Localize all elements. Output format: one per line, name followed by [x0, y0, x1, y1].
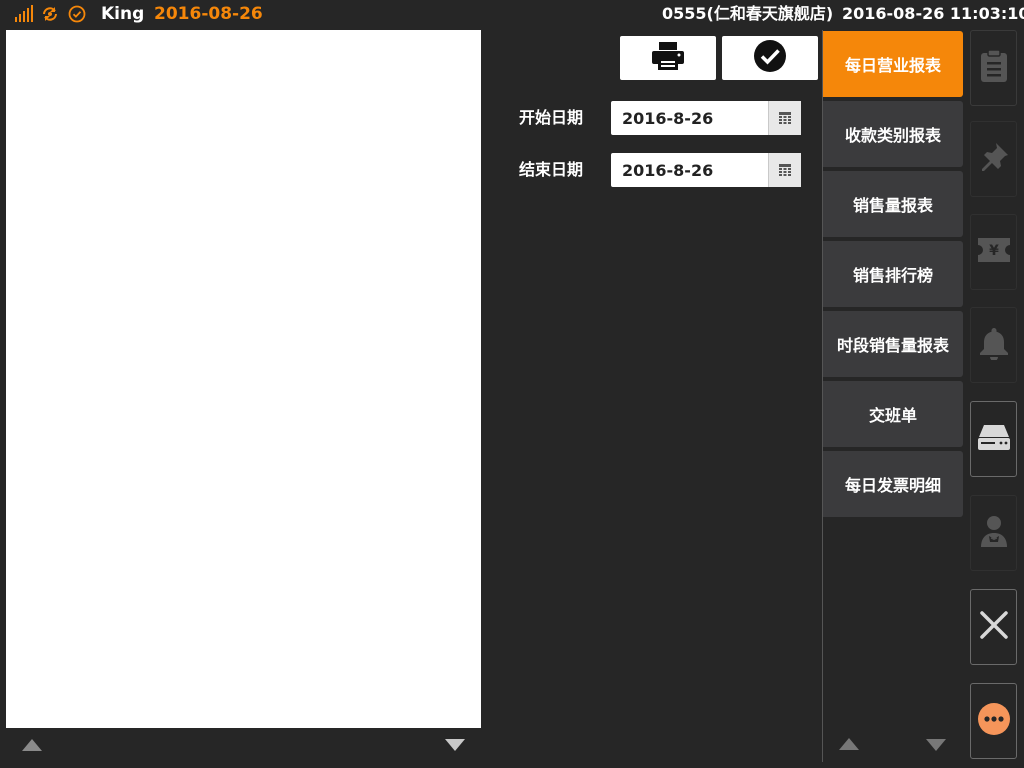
- waiter-icon: [979, 514, 1009, 552]
- more-icon: [977, 702, 1011, 740]
- end-date-input[interactable]: [611, 153, 767, 187]
- confirm-button[interactable]: [722, 36, 818, 80]
- report-preview[interactable]: [6, 30, 481, 728]
- sidebar-orders-button[interactable]: [970, 30, 1017, 106]
- check-circle-icon: [753, 39, 787, 77]
- sidebar-payment-button[interactable]: ¥: [970, 214, 1017, 290]
- preview-scroll-down-icon[interactable]: [445, 739, 465, 751]
- menu-item-label: 收款类别报表: [844, 126, 941, 145]
- end-date-calendar-button[interactable]: [768, 153, 801, 187]
- start-date-field: [611, 101, 801, 135]
- pin-icon: [978, 141, 1010, 177]
- menu-item-sales-volume-report[interactable]: 销售量报表: [823, 171, 963, 237]
- user-name: King: [101, 4, 145, 24]
- sidebar-staff-button[interactable]: [970, 495, 1017, 571]
- menu-scroll-up-icon[interactable]: [839, 738, 859, 750]
- end-date-label: 结束日期: [519, 160, 584, 179]
- sync-icon: [40, 4, 60, 24]
- menu-item-sales-ranking[interactable]: 销售排行榜: [823, 241, 963, 307]
- close-icon: [979, 610, 1009, 644]
- sidebar-printer-button[interactable]: [970, 401, 1017, 477]
- printer-icon: [651, 41, 685, 75]
- menu-item-label: 每日发票明细: [844, 476, 941, 495]
- menu-item-daily-invoice-details[interactable]: 每日发票明细: [823, 451, 963, 517]
- menu-item-hourly-sales-report[interactable]: 时段销售量报表: [823, 311, 963, 377]
- business-date: 2016-08-26: [154, 4, 263, 24]
- calendar-icon: [779, 161, 791, 180]
- menu-item-label: 销售排行榜: [852, 266, 933, 285]
- sidebar-more-button[interactable]: [970, 683, 1017, 759]
- ticket-yen-icon: ¥: [977, 237, 1011, 267]
- sidebar-pin-button[interactable]: [970, 121, 1017, 197]
- menu-item-shift-handover[interactable]: 交班单: [823, 381, 963, 447]
- check-circle-icon: [67, 4, 87, 24]
- menu-item-label: 时段销售量报表: [836, 336, 949, 355]
- preview-scroll-up-icon[interactable]: [22, 739, 42, 751]
- menu-scroll-down-icon[interactable]: [926, 739, 946, 751]
- menu-item-label: 每日营业报表: [844, 56, 941, 75]
- store-name: 0555(仁和春天旗舰店): [662, 4, 834, 23]
- start-date-calendar-button[interactable]: [768, 101, 801, 135]
- sidebar-notifications-button[interactable]: [970, 307, 1017, 383]
- svg-text:¥: ¥: [989, 243, 999, 259]
- signal-icon: [14, 4, 34, 24]
- sidebar-close-button[interactable]: [970, 589, 1017, 665]
- status-bar: King 2016-08-26 0555(仁和春天旗舰店) 2016-08-26…: [0, 0, 1024, 28]
- menu-item-label: 销售量报表: [852, 196, 933, 215]
- menu-item-payment-category-report[interactable]: 收款类别报表: [823, 101, 963, 167]
- calendar-icon: [779, 109, 791, 128]
- start-date-label: 开始日期: [519, 108, 584, 127]
- print-button[interactable]: [620, 36, 716, 80]
- end-date-field: [611, 153, 801, 187]
- start-date-input[interactable]: [611, 101, 767, 135]
- menu-item-daily-business-report[interactable]: 每日营业报表: [823, 31, 963, 97]
- menu-item-label: 交班单: [868, 406, 917, 425]
- bell-icon: [979, 326, 1009, 364]
- printer-device-icon: [977, 423, 1011, 455]
- clipboard-icon: [979, 49, 1009, 87]
- current-datetime: 2016-08-26 11:03:10: [842, 4, 1024, 23]
